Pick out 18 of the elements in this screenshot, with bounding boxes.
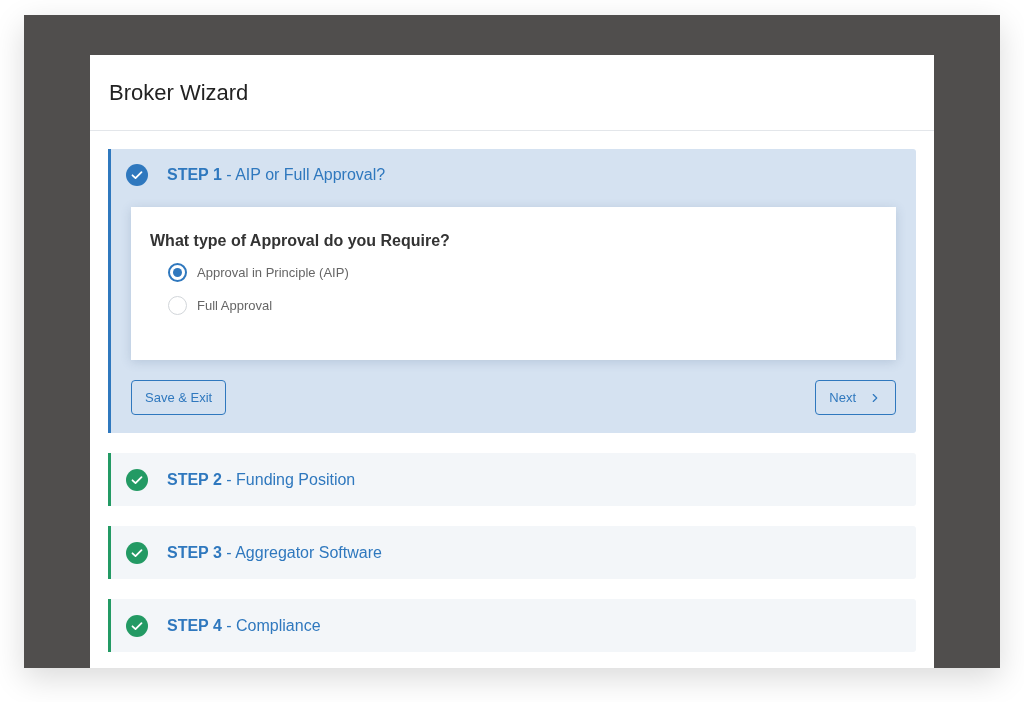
check-circle-icon (126, 468, 148, 491)
next-button[interactable]: Next (815, 380, 896, 415)
check-circle-icon (126, 614, 148, 637)
save-exit-button[interactable]: Save & Exit (131, 380, 227, 415)
check-circle-icon (126, 541, 148, 564)
step-title: STEP 3 - Aggregator Software (167, 542, 382, 563)
step-header[interactable]: STEP 4 - Compliance (108, 599, 916, 652)
step-title: STEP 2 - Funding Position (167, 469, 356, 490)
step-title: STEP 4 - Compliance (167, 615, 321, 636)
check-circle-icon (126, 164, 148, 186)
step-title[interactable]: STEP 1 - AIP or Full Approval? (167, 163, 386, 187)
question-text: What type of Approval do you Require? (150, 231, 451, 251)
radio-option[interactable]: Approval in Principle (AIP) (168, 263, 877, 283)
radio-option[interactable]: Full Approval (168, 295, 877, 315)
step-header[interactable]: STEP 2 - Funding Position (108, 453, 916, 506)
step-header[interactable]: STEP 3 - Aggregator Software (108, 526, 916, 579)
radio-button[interactable] (168, 263, 187, 283)
window-title: Broker Wizard (109, 79, 249, 107)
